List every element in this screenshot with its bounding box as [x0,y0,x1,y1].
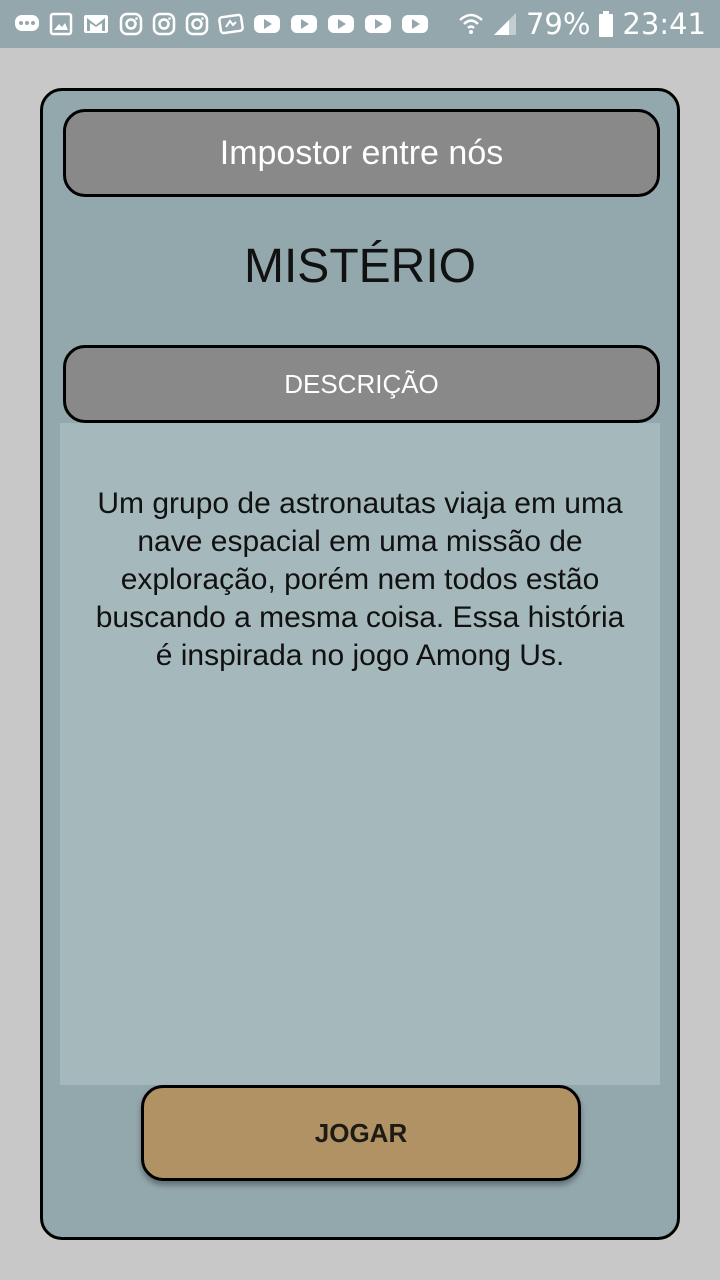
instagram-icon [152,12,176,36]
clock: 23:41 [622,7,706,41]
youtube-icon [327,13,355,35]
chat-icon [14,13,40,35]
story-title: Impostor entre nós [63,109,660,197]
instagram-icon [185,12,209,36]
wifi-icon [458,11,484,37]
battery-icon [598,10,614,38]
story-genre: MISTÉRIO [243,240,476,293]
gallery-icon [49,12,73,36]
youtube-icon [290,13,318,35]
youtube-icon [364,13,392,35]
battery-percent: 79% [525,7,591,41]
description-header: DESCRIÇÃO [63,345,660,423]
description-text: Um grupo de astronautas viaja em uma nav… [95,487,625,672]
signal-icon [492,11,518,37]
youtube-icon [401,13,429,35]
youtube-icon [253,13,281,35]
system-indicators: 79% 23:41 [458,7,706,41]
app-icon [218,12,244,36]
instagram-icon [119,12,143,36]
status-bar: 79% 23:41 [0,0,720,48]
story-card: Impostor entre nós MISTÉRIO DESCRIÇÃO Um… [40,88,680,1240]
gmail-icon [82,12,110,36]
description-box[interactable]: Um grupo de astronautas viaja em uma nav… [60,423,660,1085]
notification-icons [14,12,429,36]
play-button[interactable]: JOGAR [141,1085,581,1181]
